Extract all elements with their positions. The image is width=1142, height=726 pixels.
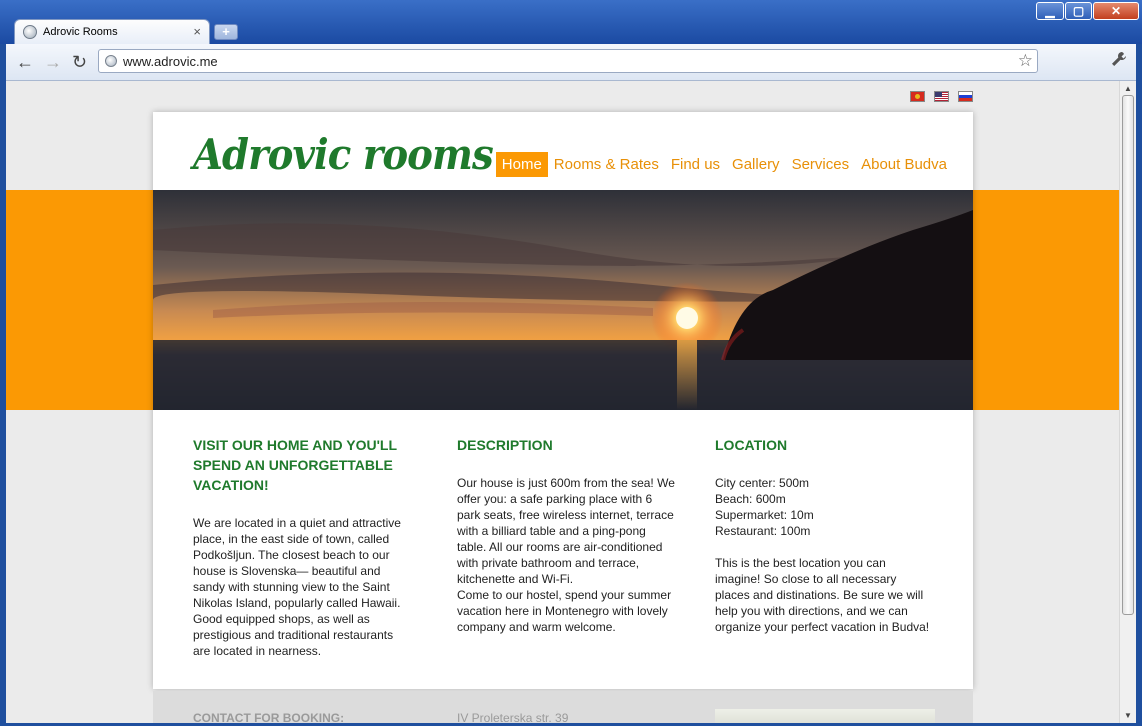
nav-rooms-rates[interactable]: Rooms & Rates bbox=[548, 152, 665, 177]
url-text[interactable]: www.adrovic.me bbox=[123, 54, 218, 69]
russia-flag-icon[interactable] bbox=[958, 91, 973, 102]
browser-tab[interactable]: Adrovic Rooms × bbox=[14, 19, 210, 44]
description-heading: DESCRIPTION bbox=[457, 437, 553, 453]
page-viewport: Adrovic rooms Home Rooms & Rates Find us… bbox=[6, 81, 1119, 723]
address-bar[interactable]: www.adrovic.me ☆ bbox=[98, 49, 1038, 73]
visit-text: We are located in a quiet and attractive… bbox=[193, 516, 401, 658]
forward-button[interactable]: → bbox=[44, 52, 62, 73]
location-heading: LOCATION bbox=[715, 437, 788, 453]
nav-about-budva[interactable]: About Budva bbox=[855, 152, 953, 177]
tab-title: Adrovic Rooms bbox=[43, 26, 118, 38]
hero-sunset-image bbox=[153, 190, 973, 410]
browser-toolbar: ← → ↻ www.adrovic.me ☆ bbox=[6, 44, 1136, 81]
column-description: DESCRIPTION Our house is just 600m from … bbox=[457, 435, 675, 635]
visit-heading: VISIT OUR HOME AND YOU'LL SPEND AN UNFOR… bbox=[193, 437, 397, 493]
scroll-down-icon[interactable]: ▼ bbox=[1122, 711, 1134, 720]
nav-services[interactable]: Services bbox=[786, 152, 856, 177]
nav-gallery[interactable]: Gallery bbox=[726, 152, 786, 177]
language-selector bbox=[910, 91, 973, 102]
maximize-button[interactable]: ▢ bbox=[1065, 2, 1092, 20]
minimize-button[interactable]: ▁ bbox=[1036, 2, 1064, 20]
new-tab-button[interactable]: + bbox=[214, 24, 238, 40]
nav-find-us[interactable]: Find us bbox=[665, 152, 726, 177]
site-logo[interactable]: Adrovic rooms bbox=[193, 130, 494, 179]
montenegro-flag-icon[interactable] bbox=[910, 91, 925, 102]
contact-heading: CONTACT FOR BOOKING: bbox=[193, 711, 345, 723]
nav-home[interactable]: Home bbox=[495, 152, 548, 177]
globe-icon bbox=[23, 25, 37, 39]
tab-close-icon[interactable]: × bbox=[193, 24, 201, 39]
column-location: LOCATION City center: 500m Beach: 600m S… bbox=[715, 435, 931, 635]
map-thumbnail[interactable] bbox=[715, 709, 935, 723]
vertical-scrollbar[interactable]: ▲ ▼ bbox=[1119, 81, 1136, 723]
column-visit: VISIT OUR HOME AND YOU'LL SPEND AN UNFOR… bbox=[193, 435, 413, 659]
back-button[interactable]: ← bbox=[16, 52, 34, 73]
address-text: IV Proleterska str. 39 bbox=[457, 711, 569, 723]
bookmark-star-icon[interactable]: ☆ bbox=[1018, 51, 1033, 71]
wrench-menu-icon[interactable] bbox=[1110, 50, 1128, 73]
english-flag-icon[interactable] bbox=[934, 91, 949, 102]
reload-button[interactable]: ↻ bbox=[72, 52, 87, 73]
main-nav: Home Rooms & Rates Find us Gallery Servi… bbox=[495, 152, 953, 177]
description-text: Our house is just 600m from the sea! We … bbox=[457, 476, 675, 634]
location-text: City center: 500m Beach: 600m Supermarke… bbox=[715, 476, 930, 634]
scroll-up-icon[interactable]: ▲ bbox=[1122, 84, 1134, 93]
window-titlebar: Adrovic Rooms × + ▁ ▢ ✕ bbox=[0, 0, 1142, 44]
close-window-button[interactable]: ✕ bbox=[1093, 2, 1139, 20]
globe-icon bbox=[105, 55, 117, 67]
scrollbar-thumb[interactable] bbox=[1122, 95, 1134, 615]
